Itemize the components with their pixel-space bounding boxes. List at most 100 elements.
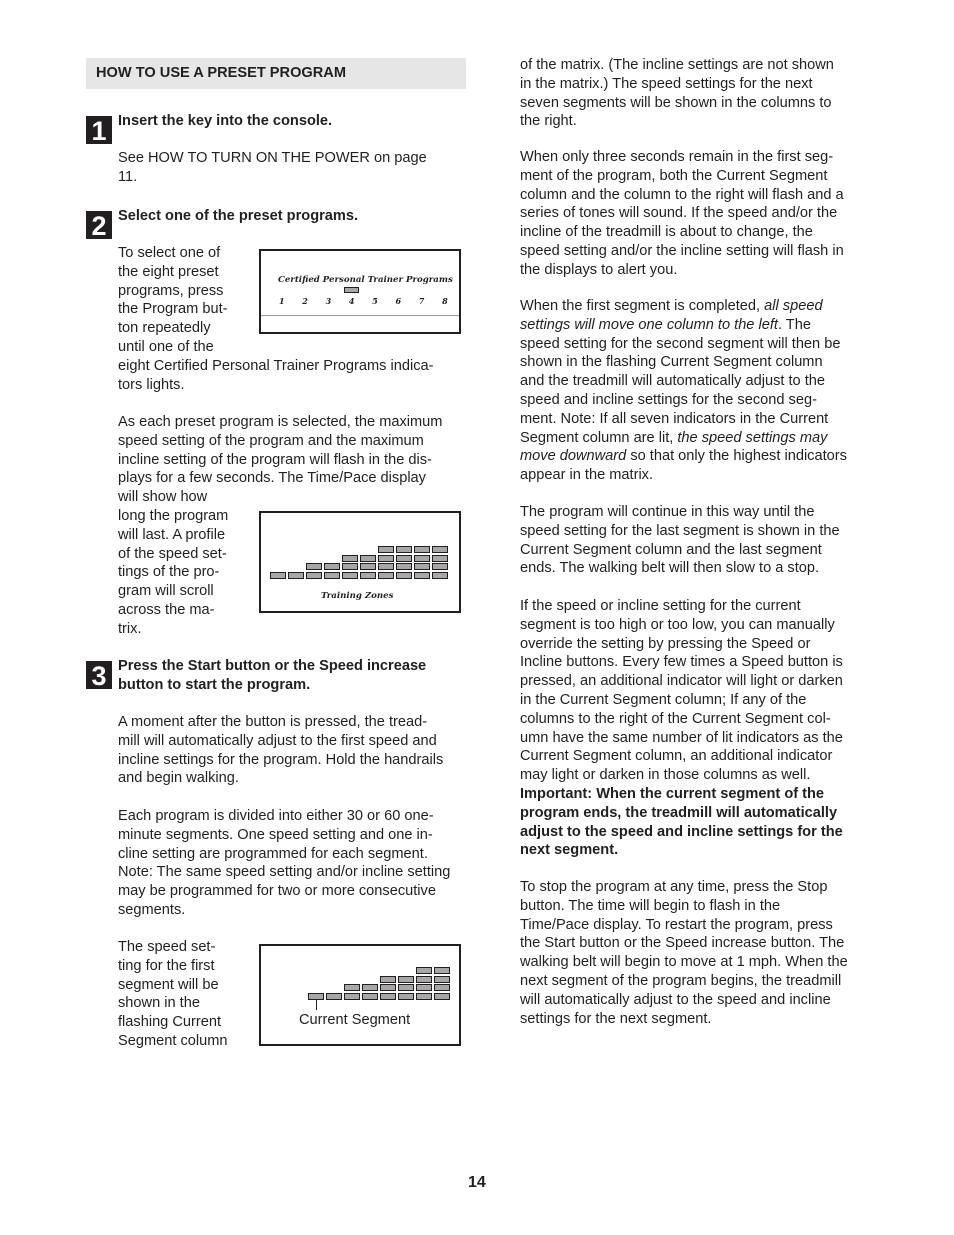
right-column-text: pressed, an additional indicator will li… [520, 673, 843, 690]
text-span: so that only the highest indicators [626, 448, 847, 465]
right-column-text: settings for the next segment. [520, 1010, 712, 1027]
step-3-text: minute segments. One speed setting and o… [118, 826, 433, 843]
text-span: appear in the matrix. [520, 467, 654, 484]
program-number: 1 [279, 296, 285, 306]
right-column-text: in the matrix.) The speed settings for t… [520, 75, 813, 92]
step-1-badge: 1 [86, 116, 112, 146]
step-3-text: segment will be [118, 976, 219, 993]
training-zone-indicator [414, 545, 430, 553]
right-column-text: series of tones will sound. If the speed… [520, 205, 838, 222]
step-2-badge: 2 [86, 211, 112, 241]
right-column-text: seven segments will be shown in the colu… [520, 94, 832, 111]
step-3-text: segments. [118, 902, 186, 918]
step-3-text: and begin walking. [118, 770, 239, 787]
step-3-badge: 3 [86, 661, 112, 691]
right-column-text: appear in the matrix. [520, 466, 653, 485]
current-segment-label: Current Segment [299, 1012, 411, 1028]
right-column-text: settings will move one column to the lef… [520, 316, 811, 335]
step-2-text: As each preset program is selected, the … [118, 414, 443, 430]
segment-indicator [434, 975, 450, 983]
segment-indicator [434, 966, 450, 974]
right-column-text: When the first segment is completed, all… [520, 297, 823, 316]
step-1-text: See HOW TO TURN ON THE POWER on page [118, 150, 427, 166]
text-span: . The [777, 316, 811, 333]
training-zone-indicator [270, 572, 286, 579]
right-column-text: incline of the treadmill is about to cha… [520, 224, 813, 241]
segment-indicator [380, 975, 396, 983]
step-3-text: The speed set- [118, 939, 216, 955]
program-number: 7 [418, 296, 425, 306]
step-2-text: will last. A profile [118, 526, 226, 543]
step-2-text: will show how [118, 489, 208, 506]
step-1-text: 11. [118, 169, 138, 185]
step-3-heading: Press the Start button or the Speed incr… [118, 658, 427, 674]
training-zone-indicator [396, 554, 412, 562]
right-column-text: in the Current Segment column; If any of… [520, 692, 807, 708]
training-zone-indicator [432, 545, 448, 553]
step-3-text: mill will automatically adjust to the fi… [118, 732, 437, 749]
program-number: 2 [302, 296, 308, 306]
program-number: 4 [348, 296, 355, 306]
right-column-text: move downward so that only the highest i… [520, 447, 847, 466]
training-zone-indicator [396, 572, 412, 579]
right-column-text: speed and incline settings for the secon… [520, 392, 817, 408]
training-zones-label: Training Zones [321, 591, 394, 601]
training-zone-indicator [378, 554, 394, 562]
step-3-text: Note: The same speed setting and/or incl… [118, 864, 451, 881]
right-column-text: umn have the same number of lit indicato… [520, 729, 843, 746]
emphasis-text: settings will move one column to the lef… [520, 316, 778, 333]
current-segment-figure: Current Segment [259, 944, 461, 1046]
text-span: Segment column are lit, [520, 429, 678, 446]
training-zones-figure: Training Zones [259, 511, 461, 613]
step-3-text: A moment after the button is pressed, th… [118, 714, 428, 730]
right-column-text: The program will continue in this way un… [520, 504, 815, 520]
right-column-text: the right. [520, 113, 577, 130]
training-zone-indicator [432, 554, 448, 562]
training-zone-indicator [360, 572, 376, 579]
segment-indicator [398, 984, 414, 992]
current-segment-pointer [316, 999, 317, 1010]
step-3-text: Each program is divided into either 30 o… [118, 808, 434, 824]
step-2-text: speed setting of the program and the max… [118, 432, 424, 449]
step-3-heading: button to start the program. [118, 677, 311, 693]
right-column-text: segment is too high or too low, you can … [520, 616, 835, 633]
step-2-text: programs, press [118, 282, 224, 299]
right-column-text: walking belt will begin to move at 1 mph… [520, 954, 848, 971]
right-column-text: Segment column are lit, the speed settin… [520, 429, 827, 448]
emphasis-text: move downward [520, 448, 627, 465]
right-column-text: adjust to the speed and incline settings… [520, 823, 843, 840]
right-column-text: will automatically adjust to the speed a… [520, 991, 831, 1008]
training-zone-indicator [396, 563, 412, 571]
training-zone-indicator [288, 572, 304, 579]
training-zone-indicator [342, 563, 358, 571]
right-column-text: Time/Pace display. To restart the progra… [520, 916, 833, 933]
segment-indicator [380, 993, 396, 1000]
program-number: 3 [325, 296, 332, 306]
step-2-text: plays for a few seconds. The Time/Pace d… [118, 470, 426, 487]
segment-indicator [326, 993, 342, 1000]
right-column-text: override the setting by pressing the Spe… [520, 635, 811, 652]
segment-indicator [416, 975, 432, 983]
training-zone-indicator [432, 563, 448, 571]
right-column-text: column and the column to the right will … [520, 186, 844, 203]
segment-indicator [362, 993, 378, 1000]
right-column-text: Important: When the current segment of t… [520, 786, 825, 802]
right-column-text: speed setting for the last segment is sh… [520, 522, 840, 539]
segment-indicator [380, 984, 396, 992]
segment-indicator [398, 993, 414, 1000]
right-column-text: To stop the program at any time, press t… [520, 879, 828, 895]
step-2-text: tings of the pro- [118, 564, 220, 581]
training-zone-indicator [324, 572, 340, 579]
segment-indicator [416, 966, 432, 974]
step-3-text: ting for the first [118, 957, 215, 974]
training-zone-indicator [360, 563, 376, 571]
training-zone-indicator [342, 572, 358, 579]
emphasis-text: the speed settings may [677, 429, 828, 446]
right-column-text: ends. The walking belt will then slow to… [520, 560, 820, 577]
step-2-text: of the speed set- [118, 545, 227, 562]
right-column-text: the Start button or the Speed increase b… [520, 935, 845, 952]
training-zone-indicator [378, 563, 394, 571]
training-zone-indicator [414, 572, 430, 579]
right-column-text: shown in the flashing Current Segment co… [520, 354, 823, 371]
right-column-text: may light or darken in those columns as … [520, 767, 811, 784]
